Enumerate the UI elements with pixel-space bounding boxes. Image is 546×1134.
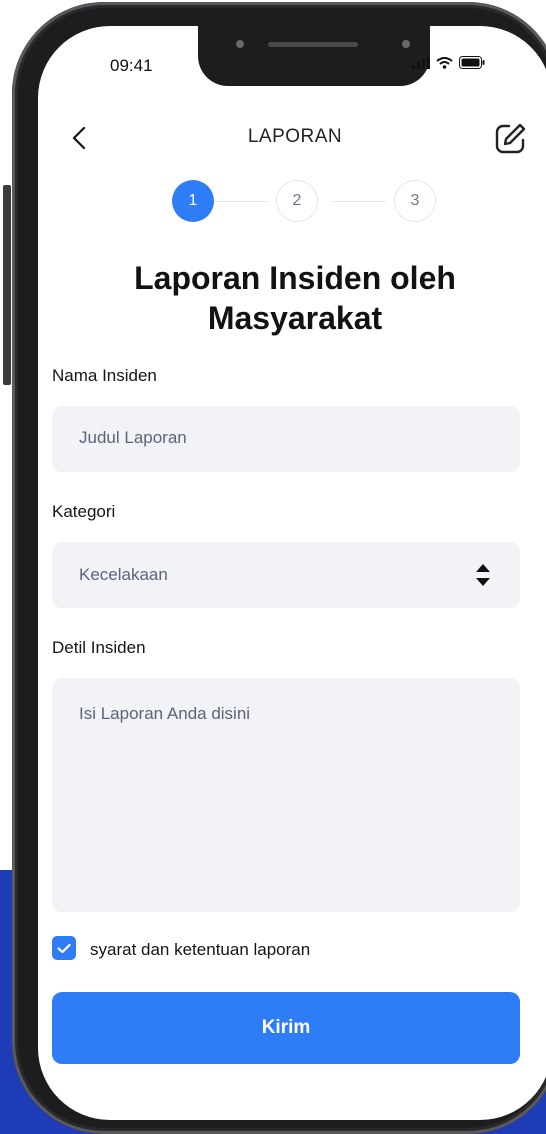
sensor-icon <box>402 40 410 48</box>
incident-name-label: Nama Insiden <box>52 366 157 385</box>
step-connector <box>332 201 386 202</box>
step-3[interactable]: 3 <box>394 180 436 222</box>
step-1[interactable]: 1 <box>172 180 214 222</box>
signal-icon <box>412 56 430 69</box>
category-value: Kecelakaan <box>79 565 168 584</box>
edit-button[interactable] <box>493 122 527 156</box>
phone-frame: 09:41 LAPORAN 1 2 3 Laporan Insiden oleh… <box>12 2 546 1134</box>
speaker-grille <box>268 42 358 47</box>
check-icon <box>57 943 71 953</box>
terms-checkbox[interactable] <box>52 936 76 960</box>
status-icons <box>412 56 485 69</box>
category-select[interactable]: Kecelakaan <box>52 542 520 608</box>
details-placeholder: Isi Laporan Anda disini <box>79 704 251 723</box>
category-label: Kategori <box>52 502 116 521</box>
details-label: Detil Insiden <box>52 638 146 657</box>
form-heading-line-2: Masyarakat <box>207 300 383 336</box>
select-arrows-icon <box>476 564 490 586</box>
submit-button[interactable]: Kirim <box>52 992 520 1064</box>
edit-icon <box>495 123 526 154</box>
terms-label[interactable]: syarat dan ketentuan laporan <box>90 940 310 960</box>
incident-name-input[interactable]: Judul Laporan <box>52 406 520 472</box>
form-heading: Laporan Insiden oleh Masyarakat <box>38 258 546 338</box>
phone-screen: 09:41 LAPORAN 1 2 3 Laporan Insiden oleh… <box>38 26 546 1120</box>
page-title: LAPORAN <box>247 126 343 147</box>
stepper: 1 2 3 <box>38 180 546 224</box>
status-time: 09:41 <box>110 56 153 75</box>
side-button <box>3 185 11 385</box>
notch <box>198 26 430 86</box>
step-connector <box>214 201 268 202</box>
details-textarea[interactable]: Isi Laporan Anda disini <box>52 678 520 912</box>
app-header: LAPORAN <box>38 122 546 154</box>
incident-name-placeholder: Judul Laporan <box>79 428 187 447</box>
battery-icon <box>459 56 485 69</box>
form-heading-line-1: Laporan Insiden oleh <box>134 260 456 296</box>
wifi-icon <box>436 56 453 69</box>
camera-icon <box>236 40 244 48</box>
step-2[interactable]: 2 <box>276 180 318 222</box>
